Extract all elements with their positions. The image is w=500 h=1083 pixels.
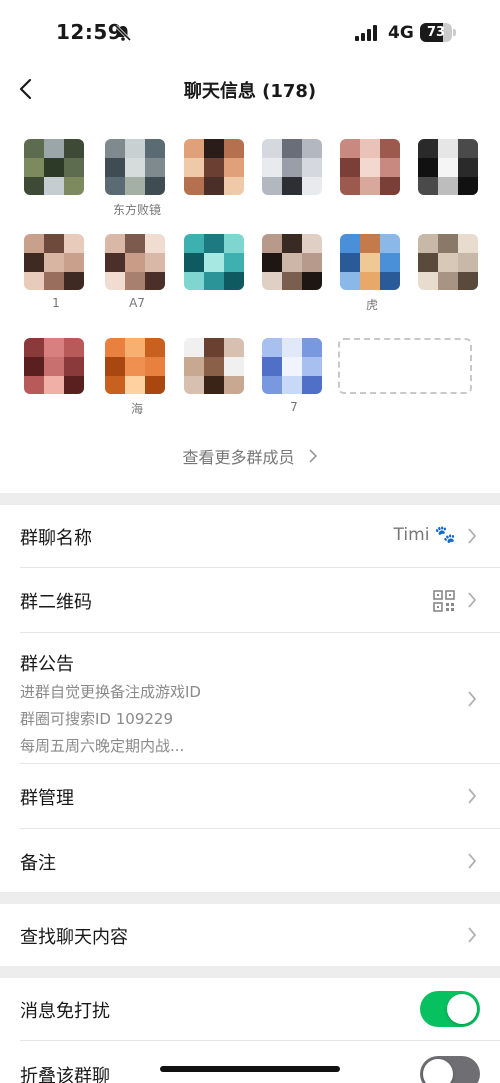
avatar — [262, 338, 322, 394]
qr-code-cell[interactable]: 群二维码 — [0, 568, 500, 632]
member-item[interactable]: 虎 — [340, 234, 404, 312]
member-name: 东方败镜 — [112, 203, 161, 217]
chevron-right-icon — [468, 853, 477, 869]
member-item[interactable] — [262, 139, 326, 195]
mute-cell: 消息免打扰 — [0, 978, 500, 1040]
settings-group-info: 群聊名称 Timi 🐾 群二维码 群公告 进群自觉更换备注成游戏ID 群圈可搜索… — [0, 505, 500, 892]
announcement-cell[interactable]: 群公告 进群自觉更换备注成游戏ID 群圈可搜索ID 109229 每周五周六晚定… — [0, 633, 500, 763]
avatar — [105, 234, 165, 290]
member-name: 海 — [130, 402, 143, 416]
avatar — [24, 139, 84, 195]
avatar — [262, 139, 322, 195]
chevron-right-icon — [468, 691, 477, 707]
page-title: 聊天信息 (178) — [183, 81, 317, 102]
remark-cell[interactable]: 备注 — [0, 829, 500, 892]
home-indicator — [160, 1066, 340, 1072]
member-item[interactable]: 7 — [262, 338, 326, 414]
status-time: 12:59 — [56, 20, 123, 44]
member-item[interactable]: 东方败镜 — [105, 139, 169, 217]
announcement-line: 每周五周六晚定期内战... — [20, 737, 185, 755]
status-bar: 12:59 4G 73 — [0, 0, 500, 66]
member-item[interactable] — [184, 338, 248, 394]
group-manage-cell[interactable]: 群管理 — [0, 764, 500, 828]
network-label: 4G — [388, 23, 414, 43]
chevron-right-icon — [468, 927, 477, 943]
announcement-line: 群圈可搜索ID 109229 — [20, 710, 174, 728]
mute-label: 消息免打扰 — [20, 1001, 110, 1022]
group-name-label: 群聊名称 — [20, 528, 92, 549]
member-item[interactable] — [184, 234, 248, 290]
member-item[interactable] — [340, 139, 404, 195]
search-chat-label: 查找聊天内容 — [20, 927, 128, 948]
remark-label: 备注 — [20, 853, 56, 874]
mute-toggle[interactable] — [420, 991, 480, 1027]
member-item[interactable] — [418, 139, 482, 195]
member-grid: 东方败镜 1 A7 虎海 7 查看更多群成员 — [0, 112, 500, 493]
member-name: 虎 — [365, 298, 378, 312]
fold-label: 折叠该群聊 — [20, 1066, 110, 1083]
more-members-link[interactable]: 查看更多群成员 — [0, 444, 500, 468]
fold-cell: 折叠该群聊 — [0, 1041, 500, 1083]
fold-toggle[interactable] — [420, 1056, 480, 1083]
avatar — [340, 139, 400, 195]
member-name: 7 — [290, 400, 298, 414]
avatar — [24, 234, 84, 290]
group-name-cell[interactable]: 群聊名称 Timi 🐾 — [0, 505, 500, 567]
qr-code-icon — [433, 590, 455, 612]
member-item[interactable] — [418, 234, 482, 290]
avatar — [184, 234, 244, 290]
avatar — [418, 139, 478, 195]
avatar — [418, 234, 478, 290]
member-item[interactable] — [24, 338, 88, 394]
battery-icon: 73 — [420, 23, 456, 42]
avatar — [262, 234, 322, 290]
member-name: 1 — [52, 296, 60, 310]
member-item[interactable]: A7 — [105, 234, 169, 310]
member-name: A7 — [129, 296, 145, 310]
avatar — [105, 139, 165, 195]
avatar — [24, 338, 84, 394]
member-item[interactable]: 海 — [105, 338, 169, 416]
announcement-label: 群公告 — [20, 654, 74, 675]
chevron-right-icon — [468, 592, 477, 608]
add-member-icon — [338, 338, 472, 394]
member-item[interactable] — [262, 234, 326, 290]
member-item[interactable] — [184, 139, 248, 195]
avatar — [105, 338, 165, 394]
announcement-text: 进群自觉更换备注成游戏ID 群圈可搜索ID 109229 每周五周六晚定期内战.… — [20, 679, 201, 760]
signal-icon — [355, 25, 377, 41]
group-name-value: Timi 🐾 — [393, 525, 456, 545]
settings-group-search: 查找聊天内容 — [0, 904, 500, 966]
member-item[interactable]: 1 — [24, 234, 88, 310]
avatar — [340, 234, 400, 290]
nav-bar: 聊天信息 (178) — [0, 66, 500, 112]
qr-code-label: 群二维码 — [20, 592, 92, 613]
group-manage-label: 群管理 — [20, 788, 74, 809]
chevron-right-icon — [468, 528, 477, 544]
bell-slash-icon — [114, 24, 132, 42]
battery-percent: 73 — [426, 25, 446, 40]
chevron-right-icon — [468, 788, 477, 804]
member-item[interactable] — [24, 139, 88, 195]
add-member-button[interactable] — [338, 338, 472, 394]
more-members-label: 查看更多群成员 — [182, 448, 295, 467]
avatar — [184, 139, 244, 195]
search-chat-cell[interactable]: 查找聊天内容 — [0, 904, 500, 966]
avatar — [184, 338, 244, 394]
chevron-right-icon — [308, 449, 317, 463]
announcement-line: 进群自觉更换备注成游戏ID — [20, 683, 201, 701]
